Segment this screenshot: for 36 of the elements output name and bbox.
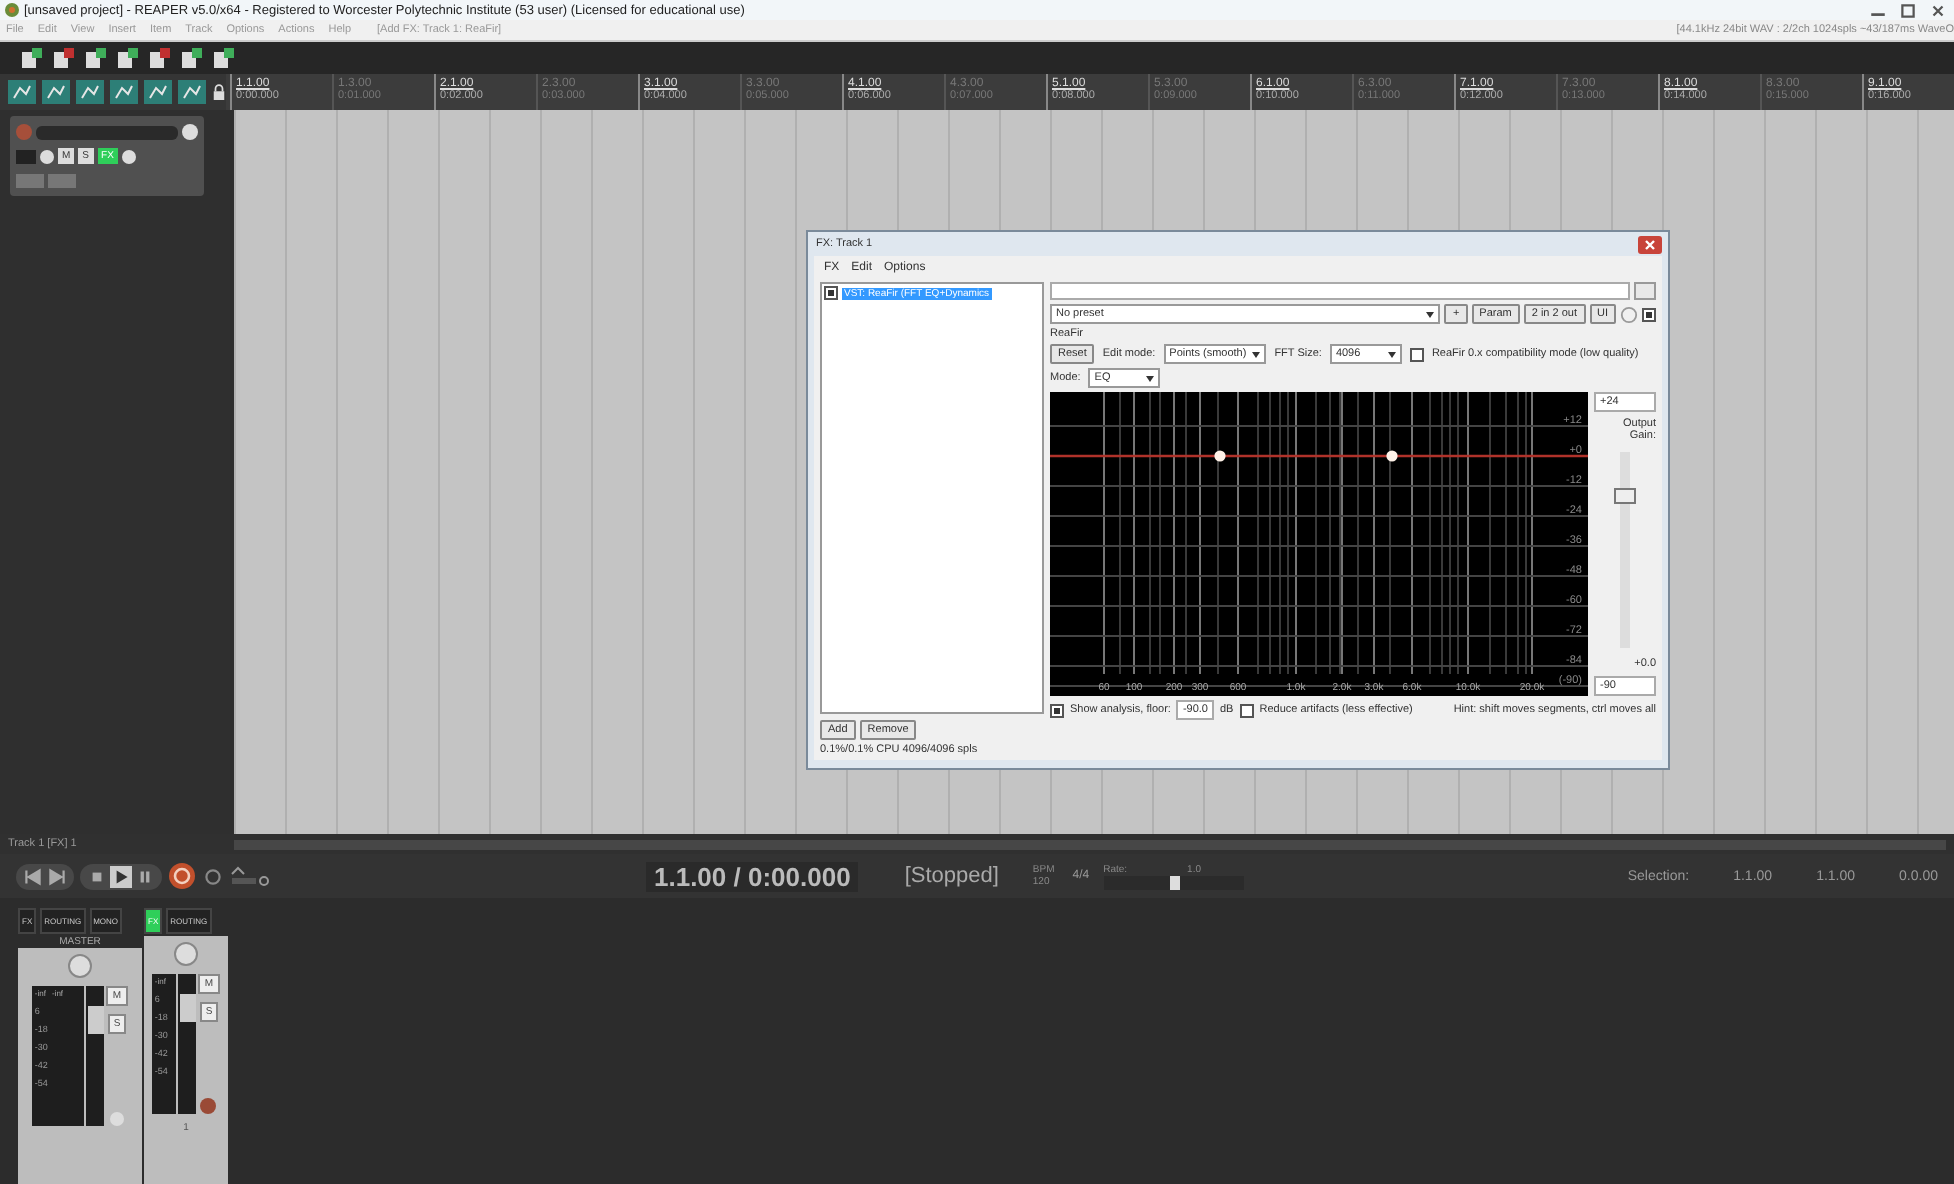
track-name-field[interactable] [36,125,178,139]
toolbar-icon[interactable] [212,46,236,70]
enable-checkbox[interactable] [1642,307,1656,321]
toolbar-icon[interactable] [20,46,44,70]
volume-fader[interactable] [179,994,196,1022]
volume-fader[interactable] [87,1006,104,1034]
record-arm-icon[interactable] [200,1098,217,1114]
fx-bypass-icon[interactable] [121,149,136,163]
toolbar-icon[interactable] [84,46,108,70]
pan-knob[interactable] [40,149,54,163]
automation-icon[interactable] [230,864,270,888]
maximize-icon[interactable] [1896,1,1920,19]
app-icon [4,2,20,18]
play-state: [Stopped] [904,864,999,888]
close-icon[interactable] [1638,235,1662,253]
checkbox[interactable] [1050,703,1064,717]
checkbox[interactable] [1409,347,1424,361]
toolbar-icon[interactable] [116,46,140,70]
skip-forward-icon[interactable] [46,865,68,887]
lock-icon[interactable] [212,83,226,101]
checkbox[interactable] [1239,703,1254,717]
skip-back-icon[interactable] [22,865,44,887]
toolbar-icon[interactable] [180,46,204,70]
toolbar-icon[interactable] [148,46,172,70]
input-field[interactable] [1050,282,1630,300]
toolbar-icon[interactable] [52,46,76,70]
checkbox[interactable] [824,286,838,300]
time-display: 1.1.00 / 0:00.000 [646,861,859,891]
repeat-icon[interactable] [202,865,224,887]
pan-knob[interactable] [68,954,92,978]
volume-knob[interactable] [182,124,198,140]
record-icon[interactable] [168,862,196,890]
pan-knob[interactable] [174,942,198,966]
output-gain-slider[interactable] [1620,452,1630,648]
play-icon[interactable] [110,865,132,887]
rate-slider[interactable] [1103,875,1244,889]
